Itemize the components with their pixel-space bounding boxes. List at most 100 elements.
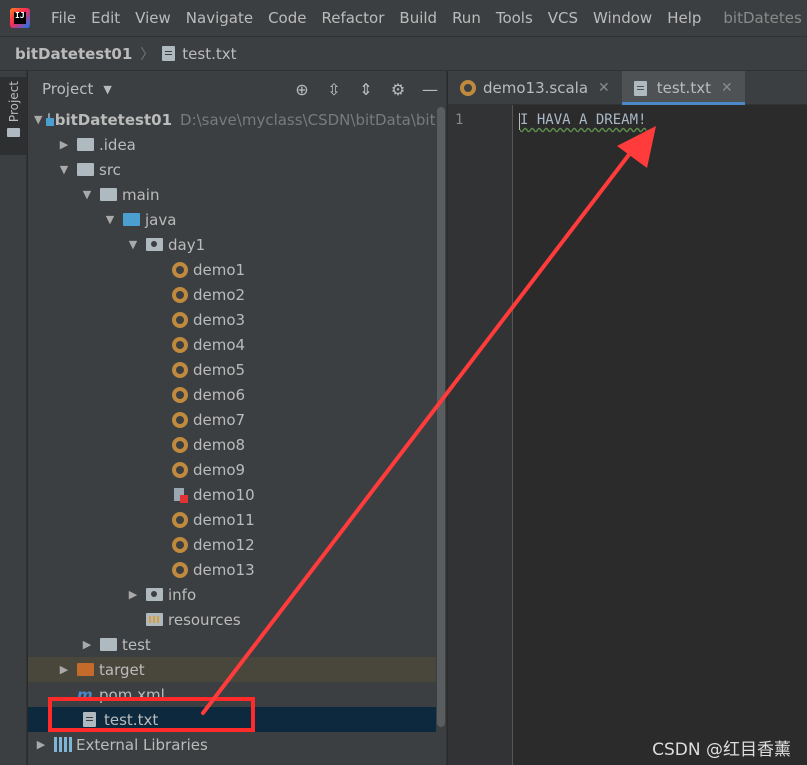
- menu-vcs[interactable]: VCS: [541, 9, 586, 27]
- tree-label-demo: demo12: [193, 535, 255, 554]
- tree-row-external-libraries[interactable]: ▶ External Libraries: [28, 732, 446, 757]
- excluded-folder-icon: [77, 663, 94, 676]
- chevron-down-icon[interactable]: ▼: [57, 163, 71, 176]
- chevron-right-icon: 〉: [140, 46, 155, 63]
- menu-run[interactable]: Run: [445, 9, 489, 27]
- resources-folder-icon: [146, 613, 163, 626]
- chevron-down-icon[interactable]: ▼: [103, 213, 117, 226]
- tree-label-root: bitDatetest01: [54, 110, 173, 129]
- chevron-down-icon[interactable]: ▼: [126, 238, 140, 251]
- chevron-down-icon[interactable]: ▼: [34, 113, 42, 126]
- scala-object-icon: [172, 311, 188, 328]
- folder-icon: [7, 128, 20, 138]
- tab-label: demo13.scala: [483, 79, 589, 97]
- expand-all-icon[interactable]: ⇳: [318, 80, 350, 99]
- collapse-all-icon[interactable]: ⇕: [350, 80, 382, 99]
- tree-label-demo: demo3: [193, 310, 246, 329]
- line-number: 1: [455, 112, 464, 128]
- menu-refactor[interactable]: Refactor: [314, 9, 392, 27]
- project-panel: Project ▼ ⊕ ⇳ ⇕ ⚙ — ▼ bitDatetest01 D:\s…: [28, 71, 447, 765]
- window-title: bitDatetes: [723, 9, 802, 27]
- tree-label-day1: day1: [168, 235, 206, 254]
- code-line-1[interactable]: I HAVA A DREAM!: [520, 112, 646, 128]
- scala-file-error-icon: [172, 487, 188, 503]
- tree-label-demo: demo8: [193, 435, 246, 454]
- tree-row-demo8[interactable]: demo8: [28, 432, 446, 457]
- tree-row-demo7[interactable]: demo7: [28, 407, 446, 432]
- tree-row-demo11[interactable]: demo11: [28, 507, 446, 532]
- caret-down-icon[interactable]: ▼: [103, 83, 111, 96]
- tree-row-demo10[interactable]: demo10: [28, 482, 446, 507]
- breadcrumb-project[interactable]: bitDatetest01: [15, 45, 132, 63]
- tree-root-path: D:\save\myclass\CSDN\bitData\bitD: [180, 110, 447, 129]
- chevron-right-icon[interactable]: ▶: [57, 663, 71, 676]
- chevron-down-icon[interactable]: ▼: [80, 188, 94, 201]
- tree-label-demo: demo6: [193, 385, 246, 404]
- tree-row-demo5[interactable]: demo5: [28, 357, 446, 382]
- package-icon: [146, 588, 163, 601]
- editor-content: I HAVA A DREAM!: [520, 112, 647, 128]
- menu-window[interactable]: Window: [586, 9, 660, 27]
- editor-tab-bar: demo13.scala ✕ test.txt ✕: [448, 71, 807, 105]
- tree-row-test[interactable]: ▶ test: [28, 632, 446, 657]
- menu-edit[interactable]: Edit: [84, 9, 128, 27]
- menu-code[interactable]: Code: [261, 9, 314, 27]
- tree-row-idea[interactable]: ▶ .idea: [28, 132, 446, 157]
- tree-row-day1[interactable]: ▼ day1: [28, 232, 446, 257]
- tree-row-demo4[interactable]: demo4: [28, 332, 446, 357]
- tree-label-src: src: [99, 160, 121, 179]
- breadcrumb-file-label: test.txt: [182, 44, 237, 63]
- chevron-right-icon[interactable]: ▶: [57, 138, 71, 151]
- tree-row-demo2[interactable]: demo2: [28, 282, 446, 307]
- tree-row-info[interactable]: ▶ info: [28, 582, 446, 607]
- tab-demo13-scala[interactable]: demo13.scala ✕: [448, 71, 622, 105]
- tree-row-demo6[interactable]: demo6: [28, 382, 446, 407]
- menu-navigate[interactable]: Navigate: [179, 9, 261, 27]
- tree-label-demo: demo9: [193, 460, 246, 479]
- gear-icon[interactable]: ⚙: [382, 80, 414, 99]
- menu-build[interactable]: Build: [392, 9, 445, 27]
- tree-label-demo: demo2: [193, 285, 246, 304]
- menu-help[interactable]: Help: [660, 9, 709, 27]
- menu-file[interactable]: File: [44, 9, 84, 27]
- breadcrumb: bitDatetest01 〉 test.txt: [0, 36, 807, 71]
- tree-label-demo: demo13: [193, 560, 255, 579]
- tree-row-java[interactable]: ▼ java: [28, 207, 446, 232]
- close-icon[interactable]: ✕: [721, 80, 733, 96]
- chevron-right-icon[interactable]: ▶: [80, 638, 94, 651]
- editor-text-area[interactable]: I HAVA A DREAM!: [514, 105, 807, 765]
- chevron-right-icon[interactable]: ▶: [34, 738, 48, 751]
- tree-row-demo1[interactable]: demo1: [28, 257, 446, 282]
- tree-label-main: main: [122, 185, 160, 204]
- breadcrumb-file[interactable]: test.txt: [162, 44, 237, 63]
- tool-window-stripe: Project: [0, 71, 27, 765]
- tree-row-resources[interactable]: resources: [28, 607, 446, 632]
- editor-gutter: 1: [448, 105, 513, 765]
- tab-test-txt[interactable]: test.txt ✕: [621, 71, 745, 105]
- text-file-icon: [633, 80, 647, 96]
- tree-row-demo9[interactable]: demo9: [28, 457, 446, 482]
- locate-icon[interactable]: ⊕: [286, 80, 318, 99]
- project-panel-header: Project ▼ ⊕ ⇳ ⇕ ⚙ —: [28, 71, 446, 107]
- tree-row-demo12[interactable]: demo12: [28, 532, 446, 557]
- tree-label-resources: resources: [168, 610, 241, 629]
- tree-row-demo13[interactable]: demo13: [28, 557, 446, 582]
- close-icon[interactable]: ✕: [598, 80, 610, 96]
- tree-label-target: target: [99, 660, 145, 679]
- tree-row-src[interactable]: ▼ src: [28, 157, 446, 182]
- tree-row-main[interactable]: ▼ main: [28, 182, 446, 207]
- scrollbar-thumb[interactable]: [437, 107, 445, 727]
- tree-row-root[interactable]: ▼ bitDatetest01 D:\save\myclass\CSDN\bit…: [28, 107, 447, 132]
- scala-object-icon: [172, 336, 188, 353]
- chevron-right-icon[interactable]: ▶: [126, 588, 140, 601]
- minimize-icon[interactable]: —: [414, 80, 446, 99]
- tree-label-demo: demo10: [193, 485, 255, 504]
- scala-object-icon: [172, 561, 188, 578]
- menu-view[interactable]: View: [128, 9, 179, 27]
- tree-row-demo3[interactable]: demo3: [28, 307, 446, 332]
- project-tool-tab[interactable]: Project: [0, 77, 27, 155]
- tree-row-target[interactable]: ▶ target: [28, 657, 446, 682]
- project-panel-title[interactable]: Project: [42, 80, 93, 98]
- menu-tools[interactable]: Tools: [489, 9, 541, 27]
- menu-bar: IJ File Edit View Navigate Code Refactor…: [0, 0, 807, 36]
